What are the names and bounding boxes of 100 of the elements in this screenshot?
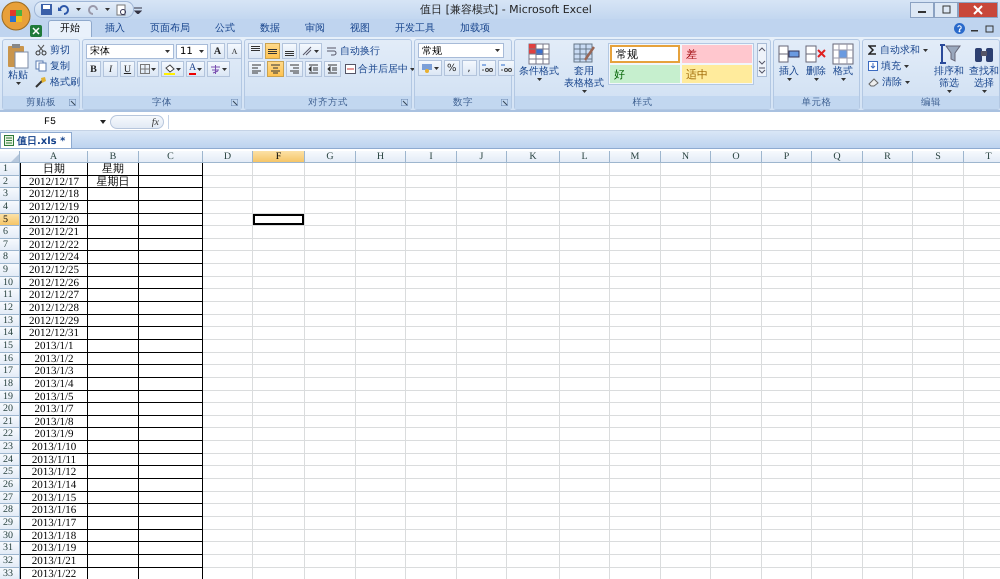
row-header[interactable]: 32 [0, 554, 20, 568]
cell-style-option[interactable]: 好 [610, 65, 680, 83]
row-header[interactable]: 28 [0, 504, 20, 517]
borders-button[interactable] [137, 61, 159, 77]
column-header[interactable]: J [457, 151, 507, 163]
save-icon[interactable] [41, 4, 52, 15]
excel-icon[interactable] [30, 25, 42, 37]
customize-menu-icon[interactable] [134, 6, 142, 14]
dialog-launcher-icon[interactable] [401, 99, 408, 106]
row-header[interactable]: 25 [0, 466, 20, 480]
restore-icon[interactable] [934, 2, 958, 18]
column-header[interactable]: I [406, 151, 457, 163]
clear-button[interactable]: 清除 [866, 75, 930, 89]
row-header[interactable]: 15 [0, 340, 20, 353]
column-header[interactable]: P [762, 151, 812, 163]
horizontal-align-button[interactable] [248, 61, 265, 77]
autosum-button[interactable]: 自动求和 [866, 43, 930, 57]
ribbon-tab[interactable]: 加载项 [448, 20, 502, 37]
row-header[interactable]: 14 [0, 327, 20, 340]
fill-button[interactable]: 填充 [866, 59, 930, 73]
column-header[interactable]: G [305, 151, 356, 163]
row-header[interactable]: 21 [0, 416, 20, 428]
row-header[interactable]: 12 [0, 302, 20, 315]
undo-icon[interactable] [58, 4, 70, 14]
row-header[interactable]: 9 [0, 264, 20, 277]
vertical-align-button[interactable] [265, 43, 280, 59]
row-header[interactable]: 5 [0, 214, 20, 226]
column-header[interactable]: Q [812, 151, 863, 163]
vertical-align-button[interactable] [282, 43, 297, 59]
clipboard-icon[interactable] [7, 43, 29, 69]
active-cell[interactable] [253, 214, 305, 226]
row-header[interactable]: 30 [0, 530, 20, 542]
row-header[interactable]: 16 [0, 352, 20, 366]
row-header[interactable]: 10 [0, 276, 20, 290]
increase-indent-button[interactable] [324, 61, 341, 77]
font-name-field[interactable]: 宋体 [86, 44, 174, 58]
row-header[interactable]: 18 [0, 378, 20, 391]
row-header[interactable]: 13 [0, 314, 20, 328]
row-header[interactable]: 2 [0, 176, 20, 188]
cell-style-option[interactable]: 常规 [610, 45, 680, 63]
decrease-decimal-button[interactable] [498, 60, 515, 76]
ribbon-tab[interactable]: 页面布局 [138, 20, 202, 37]
minimize-icon[interactable] [910, 2, 934, 18]
ribbon-tab[interactable]: 开发工具 [383, 20, 447, 37]
vertical-align-button[interactable] [248, 43, 263, 59]
column-header[interactable]: R [863, 151, 913, 163]
column-header[interactable]: S [913, 151, 964, 163]
row-header[interactable]: 24 [0, 454, 20, 466]
close-icon[interactable] [958, 2, 998, 18]
phonetic-button[interactable] [207, 61, 230, 77]
row-header[interactable]: 27 [0, 492, 20, 504]
sort-filter-button[interactable]: 排序和 筛选 [933, 43, 965, 93]
row-header[interactable]: 7 [0, 238, 20, 252]
row-header[interactable]: 17 [0, 365, 20, 378]
wrap-text-button[interactable]: 自动换行 [324, 44, 382, 58]
row-header[interactable]: 1 [0, 163, 20, 176]
merge-center-button[interactable]: 合并后居中 [343, 62, 417, 76]
increase-decimal-button[interactable] [478, 60, 496, 76]
font-size-field[interactable]: 11 [176, 44, 208, 58]
ribbon-tab[interactable]: 数据 [248, 20, 292, 37]
find-select-button[interactable]: 查找和 选择 [968, 43, 1000, 93]
shrink-font-button[interactable]: A [227, 43, 242, 59]
insert-button[interactable]: 插入 [777, 43, 801, 81]
delete-button[interactable]: 删除 [804, 43, 828, 81]
clipboard-button[interactable]: 格式刷 [33, 75, 82, 89]
workbook-tab[interactable]: 值日.xls * [0, 132, 72, 148]
row-header[interactable]: 4 [0, 200, 20, 214]
comma-button[interactable]: , [462, 60, 477, 76]
grow-font-button[interactable]: A [210, 43, 225, 59]
print-preview-icon[interactable] [116, 4, 127, 16]
percent-button[interactable]: % [444, 60, 460, 76]
conditional-format-button[interactable]: 条件格式 [518, 43, 560, 81]
row-header[interactable]: 19 [0, 390, 20, 404]
format-button[interactable]: 格式 [831, 43, 855, 81]
row-header[interactable]: 11 [0, 289, 20, 302]
cell-style-option[interactable]: 差 [682, 45, 752, 63]
column-header[interactable]: F [253, 151, 305, 163]
column-header[interactable]: C [139, 151, 203, 163]
bold-button[interactable]: B [86, 61, 101, 77]
decrease-indent-button[interactable] [305, 61, 322, 77]
column-header[interactable]: D [203, 151, 253, 163]
row-header[interactable]: 31 [0, 542, 20, 555]
row-header[interactable]: 26 [0, 479, 20, 492]
row-header[interactable]: 29 [0, 516, 20, 530]
row-header[interactable]: 8 [0, 251, 20, 264]
font-color-button[interactable]: A [186, 61, 206, 77]
row-header[interactable]: 6 [0, 226, 20, 239]
cell-style-option[interactable]: 适中 [682, 65, 752, 83]
name-box[interactable]: F5 [0, 116, 100, 128]
clipboard-button[interactable]: 剪切 [33, 43, 82, 57]
ribbon-tab[interactable]: 审阅 [293, 20, 337, 37]
format-as-table-button[interactable]: 套用 表格格式 [563, 43, 605, 93]
insert-function-button[interactable]: fx [110, 115, 164, 129]
column-header[interactable]: M [610, 151, 661, 163]
clipboard-button[interactable]: 复制 [33, 59, 82, 73]
caret-icon[interactable] [100, 120, 106, 124]
column-header[interactable]: K [507, 151, 560, 163]
row-header[interactable]: 3 [0, 188, 20, 201]
column-header[interactable]: O [711, 151, 762, 163]
dialog-launcher-icon[interactable] [231, 99, 238, 106]
